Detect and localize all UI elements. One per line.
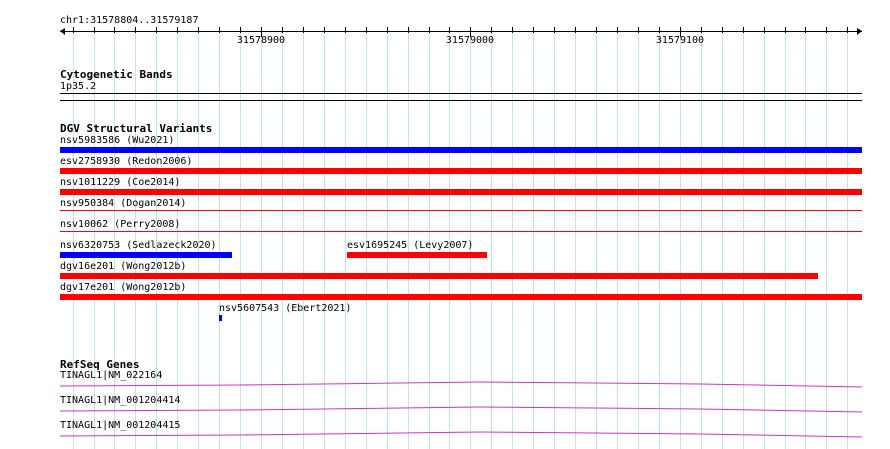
dgv-feature-label: esv2758930 (Redon2006) <box>60 156 193 167</box>
dgv-feature-label: nsv950384 (Dogan2014) <box>60 198 187 209</box>
ruler-minor-tick <box>596 27 597 33</box>
cytoband-track-title: Cytogenetic Bands <box>60 68 173 81</box>
ruler-tick-label: 31578900 <box>236 35 286 46</box>
dgv-track-title: DGV Structural Variants <box>60 122 213 135</box>
ruler-axis <box>60 31 862 32</box>
cytoband-label[interactable]: 1p35.2 <box>60 81 96 93</box>
ruler-minor-tick <box>94 27 95 33</box>
ruler-minor-tick <box>429 27 430 33</box>
dgv-feature-label: dgv17e201 (Wong2012b) <box>60 282 187 293</box>
genome-browser-view: chr1:31578804..31579187 31578900 31579000… <box>0 0 890 449</box>
ruler-minor-tick <box>135 27 136 33</box>
ruler-minor-tick <box>533 27 534 33</box>
dgv-feature-bar[interactable] <box>219 315 222 321</box>
dgv-feature-label: nsv6320753 (Sedlazeck2020) <box>60 240 217 251</box>
refseq-gene-line[interactable] <box>0 380 890 390</box>
ruler-minor-tick <box>303 27 304 33</box>
cytoband-line-top <box>60 93 862 94</box>
ruler-minor-tick <box>408 27 409 33</box>
ruler-minor-tick <box>198 27 199 33</box>
ruler-minor-tick <box>512 27 513 33</box>
region-label: chr1:31578804..31579187 <box>60 15 199 26</box>
ruler-minor-tick <box>826 27 827 33</box>
ruler-minor-tick <box>701 27 702 33</box>
dgv-feature-bar[interactable] <box>60 252 232 258</box>
ruler-tick-label: 31579000 <box>445 35 495 46</box>
dgv-feature-label: nsv1011229 (Coe2014) <box>60 177 181 188</box>
dgv-feature-bar[interactable] <box>60 189 862 195</box>
ruler-minor-tick <box>219 27 220 33</box>
ruler-minor-tick <box>449 27 450 33</box>
ruler-minor-tick <box>743 27 744 33</box>
dgv-feature-bar[interactable] <box>60 294 862 300</box>
refseq-gene-line[interactable] <box>0 430 890 440</box>
refseq-intron-path <box>59 406 863 413</box>
ruler-minor-tick <box>177 27 178 33</box>
ruler-right-arrow-icon <box>857 28 862 35</box>
refseq-intron-path <box>59 381 863 388</box>
ruler-tick-label: 31579100 <box>655 35 705 46</box>
ruler-minor-tick <box>73 27 74 33</box>
refseq-gene-line[interactable] <box>0 405 890 415</box>
ruler-minor-tick <box>659 27 660 33</box>
cytoband-line-bottom <box>60 100 862 101</box>
ruler-minor-tick <box>240 27 241 33</box>
ruler-minor-tick <box>785 27 786 33</box>
ruler-left-arrow-icon <box>60 28 65 35</box>
ruler-minor-tick <box>366 27 367 33</box>
ruler-minor-tick <box>722 27 723 33</box>
dgv-feature-bar[interactable] <box>60 168 862 174</box>
ruler-minor-tick <box>114 27 115 33</box>
ruler-minor-tick <box>387 27 388 33</box>
dgv-feature-bar[interactable] <box>60 147 862 153</box>
ruler-minor-tick <box>847 27 848 33</box>
ruler-minor-tick <box>345 27 346 33</box>
dgv-feature-bar[interactable] <box>347 252 487 258</box>
ruler-minor-tick <box>156 27 157 33</box>
ruler-minor-tick <box>764 27 765 33</box>
ruler-minor-tick <box>491 27 492 33</box>
ruler-minor-tick <box>282 27 283 33</box>
dgv-feature-label: nsv10062 (Perry2008) <box>60 219 181 230</box>
dgv-feature-label: nsv5983586 (Wu2021) <box>60 135 175 146</box>
ruler-minor-tick <box>638 27 639 33</box>
ruler-minor-tick <box>554 27 555 33</box>
dgv-feature-label: nsv5607543 (Ebert2021) <box>219 303 352 314</box>
ruler-minor-tick <box>324 27 325 33</box>
dgv-feature-bar[interactable] <box>60 273 818 279</box>
ruler-minor-tick <box>805 27 806 33</box>
refseq-intron-path <box>59 431 863 438</box>
ruler-minor-tick <box>575 27 576 33</box>
dgv-feature-bar[interactable] <box>60 210 862 211</box>
dgv-feature-label: esv1695245 (Levy2007) <box>347 240 474 251</box>
dgv-feature-label: dgv16e201 (Wong2012b) <box>60 261 187 272</box>
ruler-minor-tick <box>617 27 618 33</box>
dgv-feature-bar[interactable] <box>60 231 862 232</box>
